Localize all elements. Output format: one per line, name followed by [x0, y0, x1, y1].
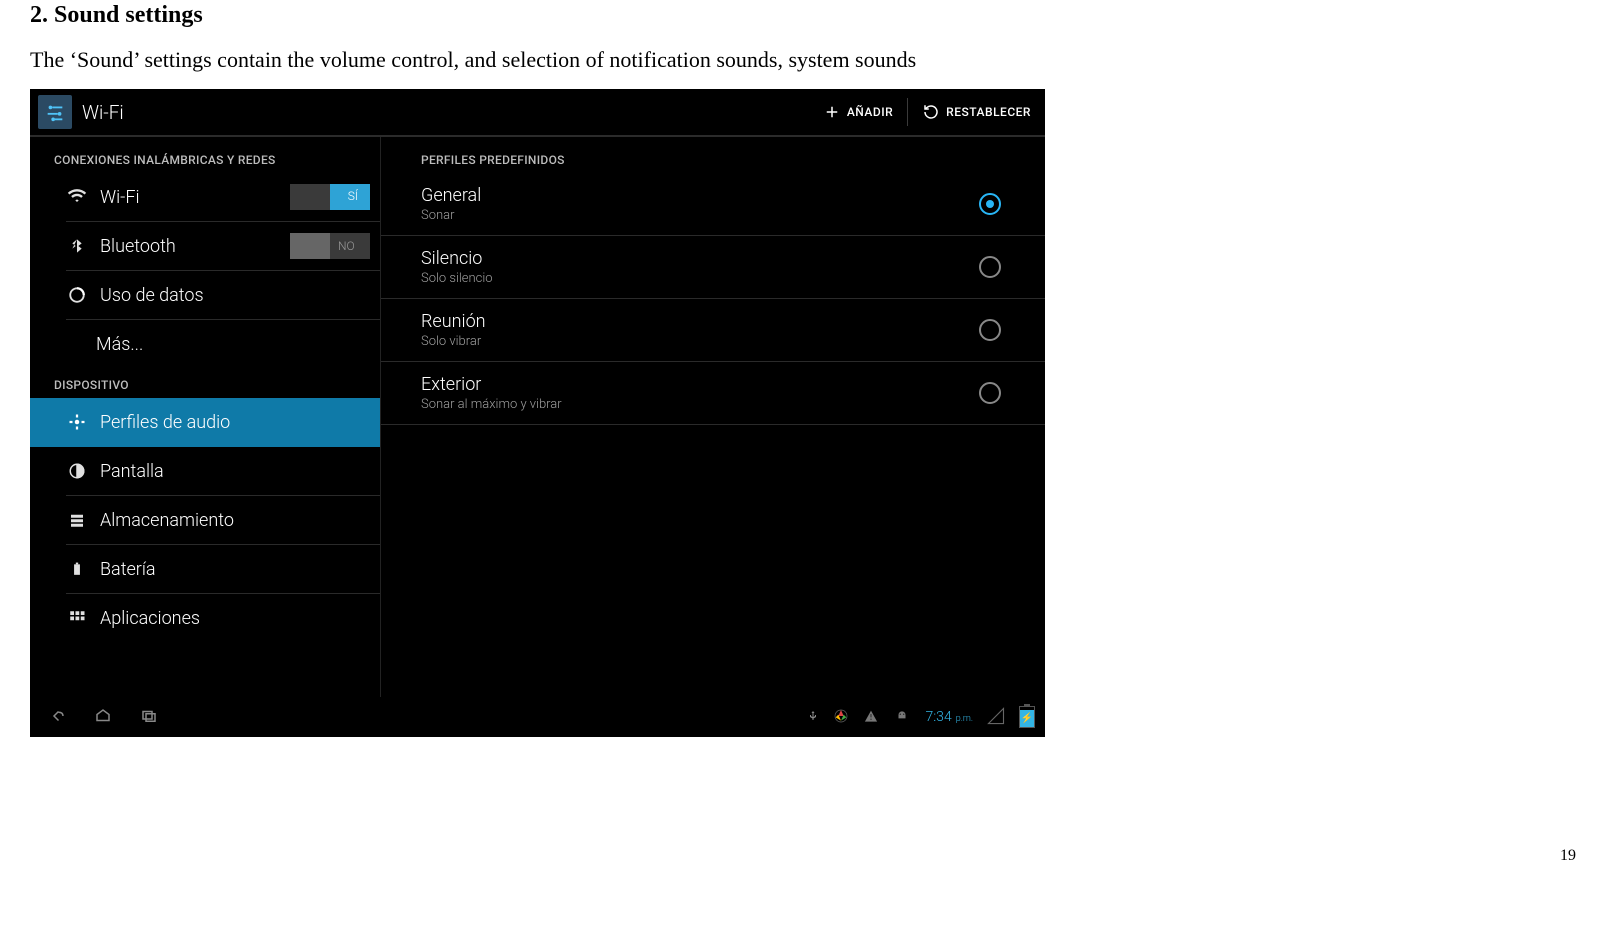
- add-button[interactable]: AÑADIR: [809, 89, 907, 135]
- sidebar-item-audio-profiles[interactable]: Perfiles de audio: [30, 398, 380, 447]
- sidebar-item-label: Aplicaciones: [100, 608, 370, 629]
- profile-row[interactable]: Silencio Solo silencio: [381, 236, 1045, 299]
- bluetooth-toggle[interactable]: NO: [290, 233, 370, 259]
- apps-icon: [62, 609, 92, 627]
- back-nav-icon[interactable]: [46, 707, 68, 728]
- sidebar-item-storage[interactable]: Almacenamiento: [66, 496, 380, 545]
- profiles-header: PERFILES PREDEFINIDOS: [381, 143, 1045, 173]
- profile-radio[interactable]: [979, 382, 1001, 404]
- profile-subtitle: Solo silencio: [421, 271, 979, 286]
- profile-title: Exterior: [421, 374, 979, 395]
- sidebar-item-label: Almacenamiento: [100, 510, 370, 531]
- sidebar-item-label: Pantalla: [100, 461, 370, 482]
- profile-radio[interactable]: [979, 319, 1001, 341]
- recents-nav-icon[interactable]: [138, 707, 160, 728]
- sidebar-group-device: DISPOSITIVO: [30, 368, 380, 398]
- profile-subtitle: Sonar al máximo y vibrar: [421, 397, 979, 412]
- sidebar-item-label: Bluetooth: [100, 236, 290, 257]
- sidebar-item-label: Perfiles de audio: [100, 412, 370, 433]
- header-bar: Wi-Fi AÑADIR RESTABLECER: [30, 89, 1045, 137]
- sidebar-group-wireless: CONEXIONES INALÁMBRICAS Y REDES: [30, 143, 380, 173]
- system-navbar: 7:34 p.m. ⚡: [30, 697, 1045, 737]
- wifi-toggle-text: SÍ: [348, 189, 358, 203]
- add-button-label: AÑADIR: [847, 105, 893, 119]
- section-paragraph: The ‘Sound’ settings contain the volume …: [30, 47, 1580, 73]
- page-number: 19: [0, 737, 1610, 873]
- profile-radio[interactable]: [979, 193, 1001, 215]
- sidebar-item-display[interactable]: Pantalla: [66, 447, 380, 496]
- reset-button-label: RESTABLECER: [946, 105, 1031, 119]
- battery-status-icon: ⚡: [1019, 706, 1035, 728]
- bluetooth-icon: [62, 236, 92, 256]
- android-icon: [893, 709, 911, 726]
- storage-icon: [62, 511, 92, 529]
- sidebar-item-label: Más...: [96, 334, 370, 355]
- profile-title: Reunión: [421, 311, 979, 332]
- sidebar-item-data-usage[interactable]: Uso de datos: [66, 271, 380, 320]
- header-title: Wi-Fi: [82, 101, 809, 124]
- sidebar-item-battery[interactable]: Batería: [66, 545, 380, 594]
- section-heading: 2. Sound settings: [30, 2, 1580, 29]
- sidebar-item-apps[interactable]: Aplicaciones: [66, 594, 380, 642]
- sidebar-item-label: Batería: [100, 559, 370, 580]
- settings-sidebar: CONEXIONES INALÁMBRICAS Y REDES Wi-Fi SÍ: [30, 137, 381, 697]
- profile-row[interactable]: General Sonar: [381, 173, 1045, 236]
- profiles-panel: PERFILES PREDEFINIDOS General Sonar Silenc…: [381, 137, 1045, 697]
- data-usage-icon: [62, 286, 92, 304]
- signal-icon: [987, 707, 1005, 728]
- profile-row[interactable]: Exterior Sonar al máximo y vibrar: [381, 362, 1045, 425]
- reset-button[interactable]: RESTABLECER: [908, 89, 1045, 135]
- bluetooth-toggle-text: NO: [338, 239, 355, 253]
- statusbar-clock: 7:34: [925, 709, 951, 725]
- sidebar-item-wifi[interactable]: Wi-Fi SÍ: [66, 173, 380, 222]
- profile-row[interactable]: Reunión Solo vibrar: [381, 299, 1045, 362]
- sidebar-item-label: Uso de datos: [100, 285, 370, 306]
- sidebar-item-label: Wi-Fi: [100, 187, 290, 208]
- statusbar-ampm: p.m.: [956, 714, 973, 724]
- wifi-icon: [62, 187, 92, 207]
- profile-subtitle: Sonar: [421, 208, 979, 223]
- warning-icon: [863, 708, 879, 727]
- audio-profiles-icon: [62, 413, 92, 431]
- settings-app-icon: [38, 95, 72, 129]
- aperture-icon: [833, 708, 849, 727]
- home-nav-icon[interactable]: [92, 707, 114, 728]
- sidebar-item-more[interactable]: Más...: [66, 320, 380, 368]
- profile-radio[interactable]: [979, 256, 1001, 278]
- wifi-toggle[interactable]: SÍ: [290, 184, 370, 210]
- profile-subtitle: Solo vibrar: [421, 334, 979, 349]
- profile-title: General: [421, 185, 979, 206]
- battery-icon: [62, 559, 92, 579]
- display-icon: [62, 462, 92, 480]
- profile-title: Silencio: [421, 248, 979, 269]
- android-settings-screenshot: Wi-Fi AÑADIR RESTABLECER CONEXIONES INAL…: [30, 89, 1045, 737]
- usb-icon: [807, 707, 819, 728]
- sidebar-item-bluetooth[interactable]: Bluetooth NO: [66, 222, 380, 271]
